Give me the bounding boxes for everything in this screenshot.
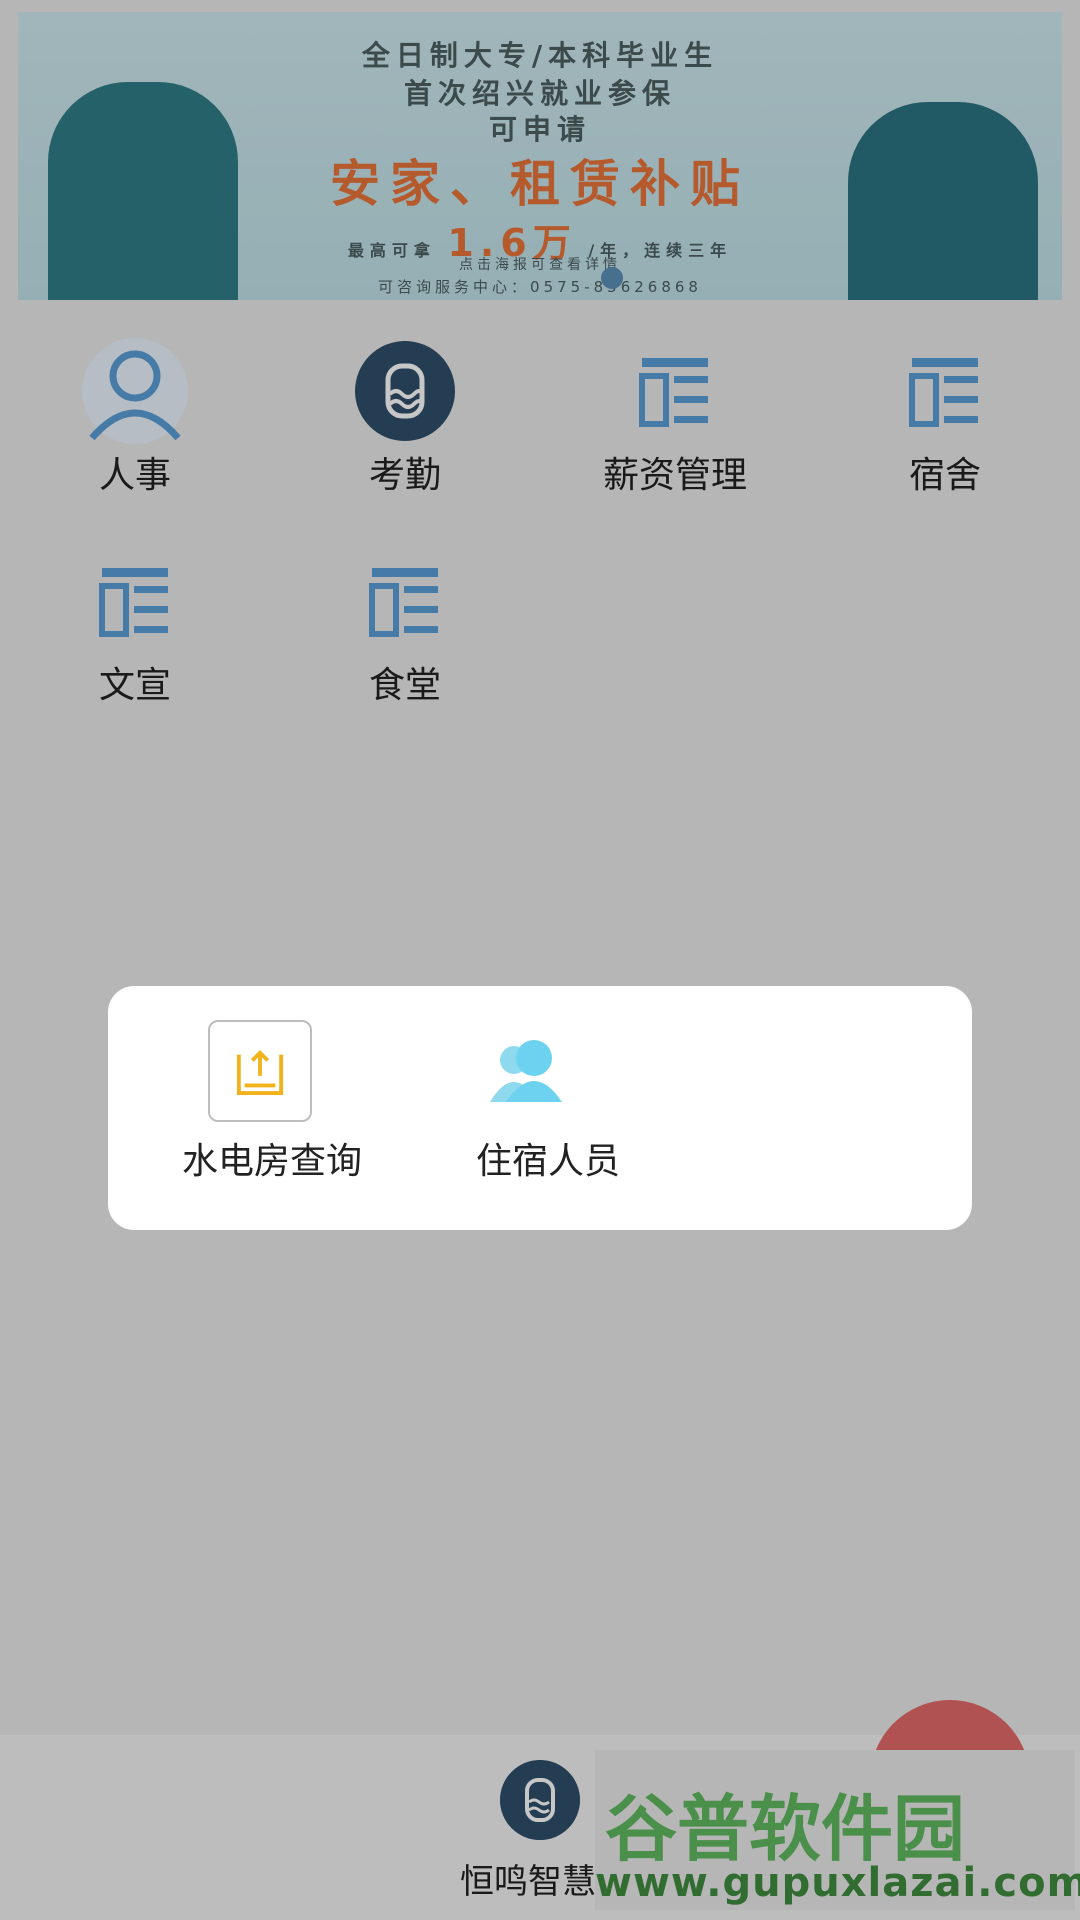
upload-icon-frame	[208, 1020, 312, 1122]
option-label: 住宿人员	[475, 1141, 620, 1182]
upload-icon	[236, 1050, 284, 1096]
modal-backdrop[interactable]	[0, 0, 1080, 1920]
people-icon	[490, 1040, 562, 1102]
utility-room-query-option[interactable]: 水电房查询	[162, 1020, 382, 1210]
option-label: 水电房查询	[181, 1141, 362, 1182]
residents-option[interactable]: 住宿人员	[438, 1020, 658, 1210]
dormitory-options-dialog: 水电房查询 住宿人员	[108, 986, 972, 1230]
